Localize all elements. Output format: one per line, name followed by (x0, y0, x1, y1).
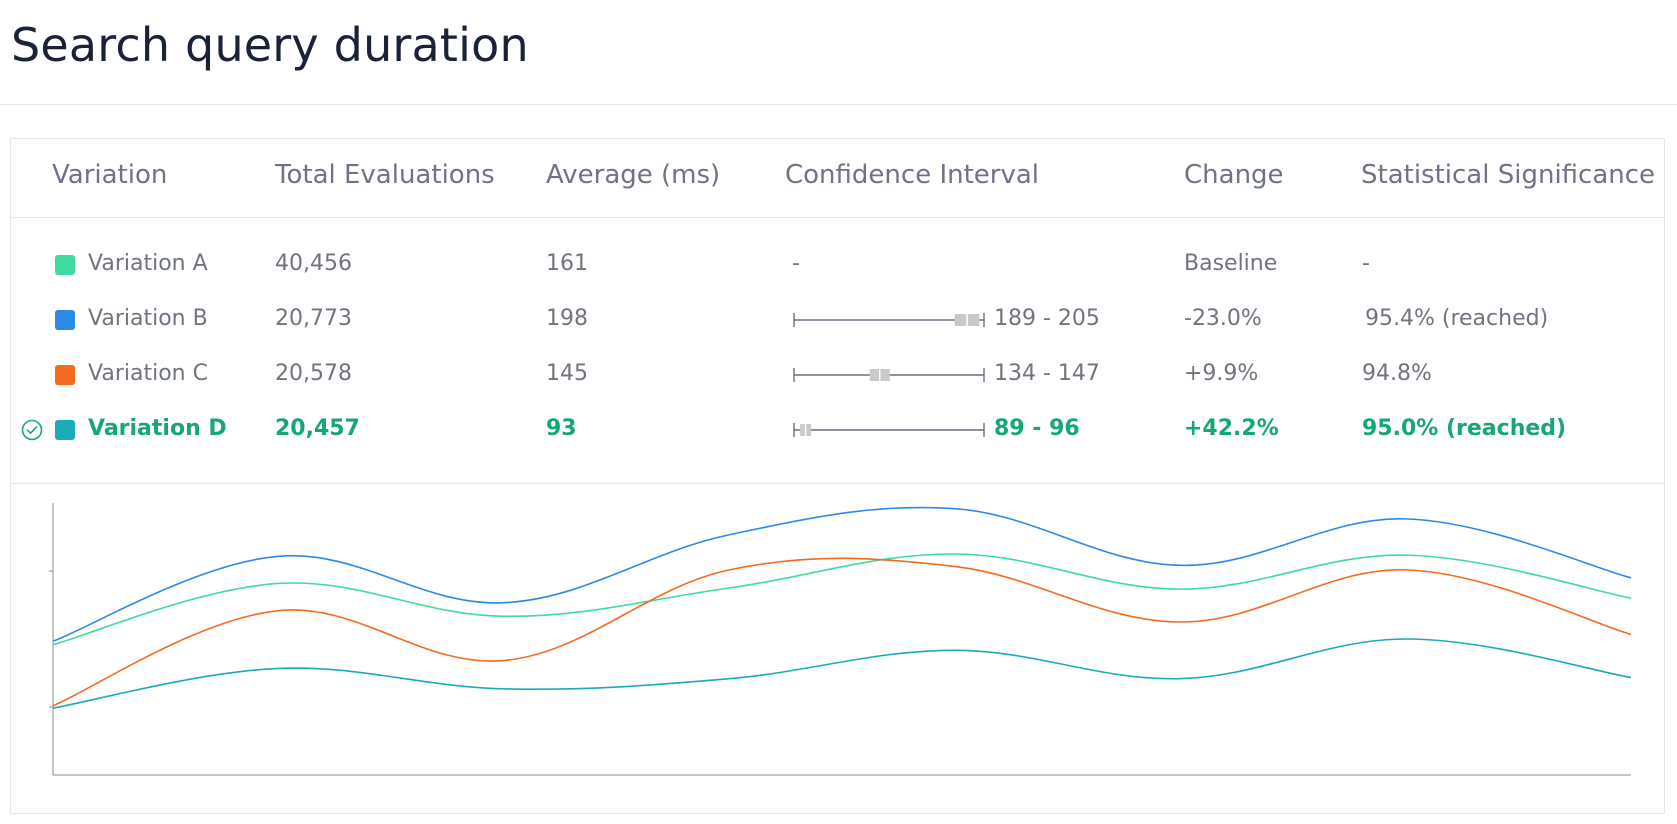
significance-value: 95.4% (reached) (1365, 306, 1549, 331)
significance-value: 95.0% (reached) (1362, 416, 1567, 441)
variation-name: Variation D (88, 416, 227, 441)
header-statistical-significance[interactable]: Statistical Significance (1361, 160, 1655, 190)
ci-value: - (792, 251, 800, 276)
results-card: Variation Total Evaluations Average (ms)… (10, 138, 1665, 814)
series-line (52, 553, 1632, 646)
series-line (52, 638, 1632, 709)
confidence-interval-bar (793, 368, 985, 382)
change-value: +9.9% (1184, 361, 1259, 386)
significance-value: - (1362, 251, 1370, 276)
header-average[interactable]: Average (ms) (546, 160, 720, 190)
series-line (52, 557, 1632, 707)
variation-name: Variation B (88, 306, 208, 331)
table-row[interactable]: Variation B 20,773 198 189 - 205 -23.0% … (11, 300, 1664, 340)
total-evaluations-value: 20,578 (275, 361, 352, 386)
average-value: 93 (546, 416, 577, 441)
header-variation[interactable]: Variation (52, 160, 167, 190)
ci-value: 189 - 205 (994, 306, 1100, 331)
variation-name: Variation A (88, 251, 208, 276)
change-value: +42.2% (1184, 416, 1279, 441)
ci-value: 134 - 147 (994, 361, 1100, 386)
variation-color-swatch (55, 365, 75, 385)
table-body: Variation A 40,456 161 - Baseline - Vari… (11, 219, 1664, 484)
header-confidence-interval[interactable]: Confidence Interval (785, 160, 1039, 190)
average-value: 198 (546, 306, 588, 331)
total-evaluations-value: 20,773 (275, 306, 352, 331)
total-evaluations-value: 20,457 (275, 416, 360, 441)
header-change[interactable]: Change (1184, 160, 1284, 190)
confidence-interval-bar (793, 313, 985, 327)
ci-value: 89 - 96 (994, 416, 1080, 441)
variation-color-swatch (55, 255, 75, 275)
series-line (52, 506, 1632, 643)
page-title: Search query duration (11, 18, 529, 72)
total-evaluations-value: 40,456 (275, 251, 352, 276)
variation-color-swatch (55, 420, 75, 440)
table-row[interactable]: Variation C 20,578 145 134 - 147 +9.9% 9… (11, 355, 1664, 395)
average-value: 145 (546, 361, 588, 386)
line-chart-svg (49, 503, 1632, 776)
variation-color-swatch (55, 310, 75, 330)
average-value: 161 (546, 251, 588, 276)
change-value: Baseline (1184, 251, 1278, 276)
title-divider (0, 104, 1677, 105)
header-total-evaluations[interactable]: Total Evaluations (275, 160, 495, 190)
table-row-winner[interactable]: Variation D 20,457 93 89 - 96 +42.2% 95.… (11, 410, 1664, 450)
line-chart (11, 485, 1664, 813)
variation-name: Variation C (88, 361, 208, 386)
change-value: -23.0% (1184, 306, 1262, 331)
table-header: Variation Total Evaluations Average (ms)… (11, 139, 1664, 218)
check-circle-icon (21, 419, 43, 441)
table-row[interactable]: Variation A 40,456 161 - Baseline - (11, 245, 1664, 285)
significance-value: 94.8% (1362, 361, 1432, 386)
confidence-interval-bar (793, 423, 985, 437)
